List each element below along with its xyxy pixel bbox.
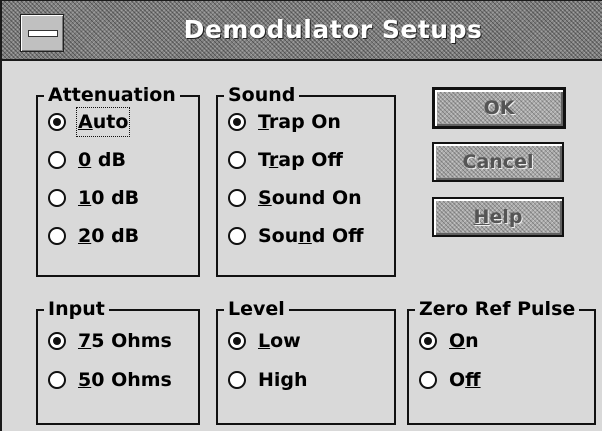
cancel-button[interactable]: Cancel (432, 142, 564, 182)
label-text: uto (92, 111, 129, 133)
radio-button-icon[interactable] (48, 227, 66, 245)
mnemonic-key: 5 (78, 369, 92, 391)
level-option-label: Low (258, 328, 301, 354)
radio-button-icon[interactable] (419, 332, 437, 350)
cancel-button-label: Cancel (463, 151, 534, 173)
mnemonic-key: A (78, 111, 93, 133)
radio-button-icon[interactable] (48, 113, 66, 131)
sound-option-label: Trap Off (258, 147, 343, 173)
attenuation-option-auto[interactable]: Auto (48, 107, 131, 137)
sound-group: Sound Trap On Trap Off Sound On Sound Off (216, 82, 396, 277)
zero-ref-option-off[interactable]: Off (419, 365, 481, 395)
attenuation-option-0-db[interactable]: 0 dB (48, 145, 126, 175)
mnemonic-key: f (465, 369, 481, 391)
input-option-50-ohms[interactable]: 50 Ohms (48, 365, 172, 395)
zero-ref-pulse-group-label: Zero Ref Pulse (415, 296, 580, 322)
label-text: n (465, 330, 479, 352)
radio-button-icon[interactable] (228, 151, 246, 169)
label-text: dB (91, 149, 126, 171)
sound-option-label: Trap On (258, 109, 341, 135)
mnemonic-key: 0 (78, 149, 92, 171)
attenuation-option-20-db[interactable]: 20 dB (48, 221, 139, 251)
label-text: 0 dB (91, 225, 140, 247)
mnemonic-key: L (258, 330, 271, 352)
radio-button-icon[interactable] (228, 332, 246, 350)
mnemonic-key: 7 (78, 330, 92, 352)
zero-ref-pulse-group: Zero Ref Pulse On Off (407, 296, 596, 425)
label-text: d Off (311, 225, 364, 247)
label-text: ap Off (278, 149, 343, 171)
mnemonic-key: 1 (78, 187, 92, 209)
label-text: Sou (258, 225, 299, 247)
input-option-label: 50 Ohms (78, 367, 172, 393)
mnemonic-key: 2 (78, 225, 92, 247)
radio-button-icon[interactable] (228, 371, 246, 389)
label-text: ound On (271, 187, 362, 209)
label-text: Hi (258, 369, 281, 391)
mnemonic-key: H (473, 206, 490, 228)
demodulator-setups-dialog: Demodulator Setups Attenuation Auto 0 dB 1… (0, 0, 602, 431)
zero-ref-option-on[interactable]: On (419, 326, 479, 356)
mnemonic-key: g (280, 369, 295, 391)
mnemonic-key: S (258, 187, 272, 209)
radio-button-icon[interactable] (48, 189, 66, 207)
sound-option-sound-off[interactable]: Sound Off (228, 221, 364, 251)
input-group-label: Input (44, 296, 109, 322)
sound-option-label: Sound Off (258, 223, 364, 249)
label-text: elp (489, 206, 523, 228)
input-group: Input 75 Ohms 50 Ohms (36, 296, 200, 425)
label-text: 0 dB (91, 187, 140, 209)
radio-button-icon[interactable] (48, 371, 66, 389)
label-text: Cancel (462, 151, 534, 173)
attenuation-group: Attenuation Auto 0 dB 10 dB 20 dB (36, 82, 200, 277)
radio-button-icon[interactable] (228, 113, 246, 131)
ok-button-label: OK (484, 97, 515, 119)
label-text: 5 Ohms (91, 330, 172, 352)
system-menu-button[interactable] (20, 14, 64, 52)
attenuation-option-label: 20 dB (78, 223, 139, 249)
help-button-label: Help (474, 206, 523, 228)
attenuation-option-10-db[interactable]: 10 dB (48, 183, 139, 213)
sound-option-trap-off[interactable]: Trap Off (228, 145, 343, 175)
sound-option-sound-on[interactable]: Sound On (228, 183, 362, 213)
radio-button-icon[interactable] (419, 371, 437, 389)
mnemonic-key: n (298, 225, 312, 247)
mnemonic-key: r (268, 149, 279, 171)
label-text: T (258, 149, 269, 171)
mnemonic-key: O (449, 330, 466, 352)
sound-group-label: Sound (224, 82, 300, 108)
level-group: Level Low High (216, 296, 396, 425)
radio-button-icon[interactable] (48, 332, 66, 350)
attenuation-option-label: Auto (75, 107, 131, 137)
title-bar[interactable]: Demodulator Setups (2, 1, 602, 61)
label-text: rap On (268, 111, 341, 133)
sound-option-trap-on[interactable]: Trap On (228, 107, 341, 137)
zero-ref-option-label: Off (449, 367, 481, 393)
sound-option-label: Sound On (258, 185, 362, 211)
attenuation-option-label: 10 dB (78, 185, 139, 211)
radio-button-icon[interactable] (228, 189, 246, 207)
system-menu-icon (28, 30, 58, 37)
label-text: OK (483, 97, 515, 119)
radio-button-icon[interactable] (228, 227, 246, 245)
input-option-label: 75 Ohms (78, 328, 172, 354)
window-title: Demodulator Setups (183, 15, 483, 44)
mnemonic-key: T (258, 111, 269, 133)
level-option-label: High (258, 367, 308, 393)
level-option-high[interactable]: High (228, 365, 308, 395)
zero-ref-option-label: On (449, 328, 479, 354)
input-option-75-ohms[interactable]: 75 Ohms (48, 326, 172, 356)
level-option-low[interactable]: Low (228, 326, 301, 356)
ok-button[interactable]: OK (432, 87, 566, 129)
label-text: h (294, 369, 308, 391)
level-group-label: Level (224, 296, 289, 322)
label-text: ow (270, 330, 301, 352)
label-text: O (449, 369, 466, 391)
label-text: 0 Ohms (91, 369, 172, 391)
help-button[interactable]: Help (432, 197, 564, 237)
attenuation-group-label: Attenuation (44, 82, 180, 108)
attenuation-option-label: 0 dB (78, 147, 126, 173)
radio-button-icon[interactable] (48, 151, 66, 169)
